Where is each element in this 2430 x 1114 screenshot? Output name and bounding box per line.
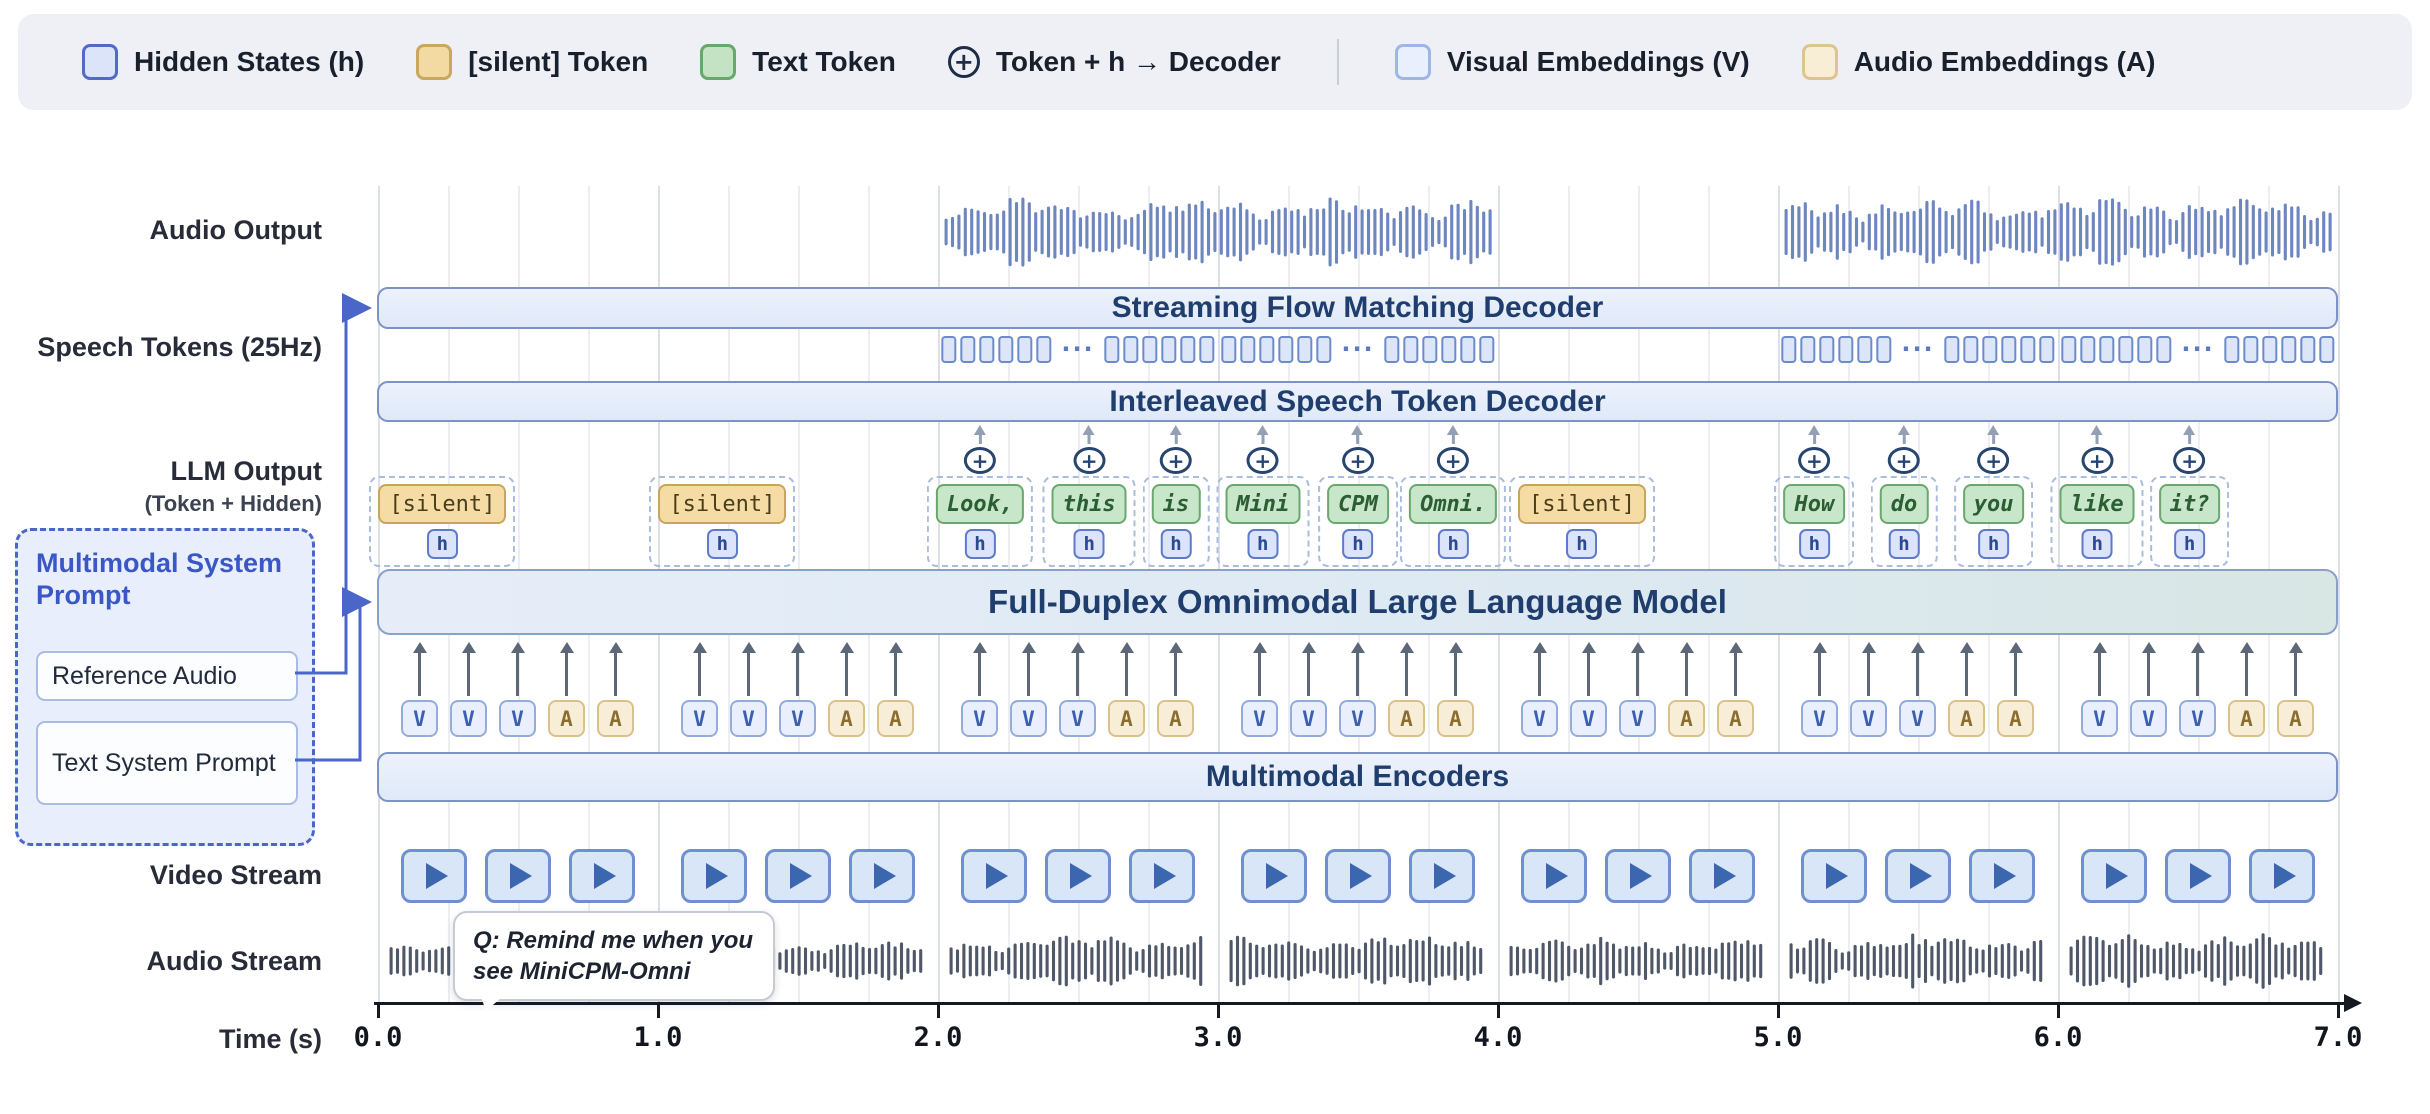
system-prompt-title: Multimodal System Prompt [36, 547, 294, 612]
tick-label: 5.0 [1738, 1022, 1818, 1053]
tick-label: 0.0 [338, 1022, 418, 1053]
text-system-prompt-item: Text System Prompt [36, 721, 298, 805]
diagram-canvas: Hidden States (h)[silent] TokenText Toke… [0, 0, 2430, 1114]
tick-label: 7.0 [2298, 1022, 2378, 1053]
multimodal-system-prompt-box: Multimodal System Prompt Reference Audio… [15, 528, 315, 846]
tick-label: 2.0 [898, 1022, 978, 1053]
bubble-tail [481, 997, 502, 1025]
tick-mark [1777, 1004, 1780, 1018]
tick-mark [2057, 1004, 2060, 1018]
question-bubble-text: Q: Remind me when you see MiniCPM-Omni [473, 927, 753, 985]
tick-mark [377, 1004, 380, 1018]
tick-mark [1497, 1004, 1500, 1018]
tick-mark [657, 1004, 660, 1018]
tick-label: 1.0 [618, 1022, 698, 1053]
reference-audio-item: Reference Audio [36, 651, 298, 701]
tick-label: 6.0 [2018, 1022, 2098, 1053]
tick-mark [937, 1004, 940, 1018]
tick-mark [2337, 1004, 2340, 1018]
tick-label: 3.0 [1178, 1022, 1258, 1053]
tick-label: 4.0 [1458, 1022, 1538, 1053]
question-bubble: Q: Remind me when you see MiniCPM-Omni [453, 911, 775, 1001]
axis-layer: 0.0 1.0 2.0 3.0 4.0 5.0 6.0 7.0 [0, 0, 2430, 1114]
tick-mark [1217, 1004, 1220, 1018]
